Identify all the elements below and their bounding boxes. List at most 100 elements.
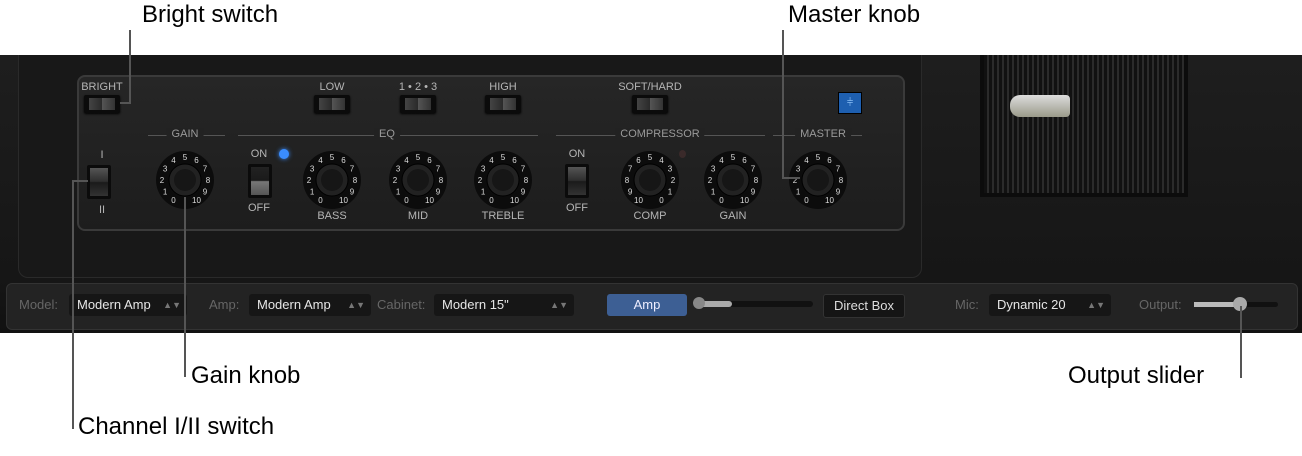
knob-scale-number: 5 [501,153,506,162]
knob-scale-number: 4 [171,156,176,165]
knob-scale-number: 10 [634,196,643,205]
high-switch-label: HIGH [489,81,517,93]
knob-scale-number: 9 [203,188,208,197]
comp-on-off-switch[interactable] [565,164,589,198]
knob-scale-number: 10 [825,196,834,205]
knob-scale-number: 2 [708,176,713,185]
knob-scale-number: 3 [481,165,486,174]
bass-knob[interactable]: 01 2 34 5 67 8 910 [302,150,362,210]
updown-icon: ▲▼ [550,300,568,310]
knob-scale-number: 1 [310,188,315,197]
speaker-cabinet [980,55,1188,197]
model-popup[interactable]: Modern Amp ▲▼ [69,294,187,316]
knob-scale-number: 7 [350,165,355,174]
soft_hard-switch-label: SOFT/HARD [618,81,682,93]
master-knob[interactable]: 01234 5 678910 [788,150,848,210]
blend-handle[interactable] [693,297,705,309]
knob-scale-number: 8 [439,176,444,185]
amp-popup[interactable]: Modern Amp ▲▼ [249,294,371,316]
treble-knob[interactable]: 01 2 34 5 67 8 910 [473,150,533,210]
knob-scale-number: 1 [163,188,168,197]
callout-gain-knob: Gain knob [191,362,301,389]
knob-scale-number: 5 [648,153,653,162]
treble-knob-label: TREBLE [481,210,525,222]
knob-scale-number: 6 [427,156,432,165]
channel-switch[interactable] [87,165,111,199]
knob-scale-number: 9 [628,188,633,197]
knob-scale-number: 8 [524,176,529,185]
callout-channel-switch: Channel I/II switch [78,413,275,440]
blend-slider[interactable] [693,297,813,309]
comp-gain-knob-label: GAIN [719,210,747,222]
mid_select-switch-label: 1 • 2 • 3 [398,81,438,93]
knob-scale-number: 2 [478,176,483,185]
knob-scale-number: 5 [183,153,188,162]
knob-scale-number: 6 [827,156,832,165]
knob-scale-number: 4 [719,156,724,165]
updown-icon: ▲▼ [347,300,365,310]
bright-switch[interactable] [84,95,120,113]
channel-ii-label: II [98,204,106,216]
mid-knob[interactable]: 01 2 34 5 67 8 910 [388,150,448,210]
section-eq: EQ [374,128,400,140]
eq-on-off-switch[interactable] [248,164,272,198]
knob-scale-number: 0 [489,196,494,205]
cabinet-label: Cabinet: [377,297,426,312]
updown-icon: ▲▼ [1087,300,1105,310]
knob-scale-number: 5 [330,153,335,162]
cabinet-popup[interactable]: Modern 15" ▲▼ [434,294,574,316]
knob-scale-number: 0 [659,196,664,205]
channel-i-label: I [100,149,104,161]
knob-scale-number: 3 [668,165,673,174]
knob-scale-number: 0 [719,196,724,205]
direct-box-button[interactable]: Direct Box [823,294,905,318]
knob-scale-number: 9 [751,188,756,197]
knob-scale-number: 0 [804,196,809,205]
knob-scale-number: 10 [510,196,519,205]
eq-settings-icon[interactable]: ⫩ [838,92,862,114]
mic-label: Mic: [955,297,979,312]
knob-scale-number: 3 [396,165,401,174]
high-switch[interactable] [485,95,521,113]
knob-scale-number: 0 [318,196,323,205]
bass-knob-label: BASS [317,210,347,222]
knob-scale-number: 10 [425,196,434,205]
soft_hard-switch[interactable] [632,95,668,113]
knob-scale-number: 8 [754,176,759,185]
knob-scale-number: 8 [839,176,844,185]
microphone [1010,95,1070,117]
knob-scale-number: 9 [521,188,526,197]
comp-gain-knob[interactable]: 01 2 34 5 67 8 910 [703,150,763,210]
knob-scale-number: 3 [796,165,801,174]
knob-scale-number: 1 [711,188,716,197]
knob-scale-number: 1 [796,188,801,197]
knob-scale-number: 10 [740,196,749,205]
knob-scale-number: 6 [194,156,199,165]
eq-on-label: ON [250,148,268,160]
comp-knob[interactable]: 109876 5 43210 [620,150,680,210]
knob-scale-number: 2 [393,176,398,185]
knob-scale-number: 2 [160,176,165,185]
output-slider[interactable] [1194,297,1278,311]
mic-popup[interactable]: Dynamic 20 ▲▼ [989,294,1111,316]
knob-scale-number: 0 [171,196,176,205]
callout-bright-switch: Bright switch [142,1,279,28]
mic-value: Dynamic 20 [997,297,1066,312]
section-compressor: COMPRESSOR [615,128,705,140]
knob-scale-number: 3 [310,165,315,174]
comp-off-label: OFF [566,202,588,214]
amp-button[interactable]: Amp [607,294,687,316]
knob-scale-number: 5 [731,153,736,162]
knob-scale-number: 6 [742,156,747,165]
comp-led [679,150,686,158]
mid_select-switch[interactable] [400,95,436,113]
low-switch[interactable] [314,95,350,113]
knob-scale-number: 7 [836,165,841,174]
knob-scale-number: 2 [307,176,312,185]
callout-master-knob: Master knob [788,1,921,28]
control-bar: Model: Modern Amp ▲▼ Amp: Modern Amp ▲▼ Ca… [6,283,1298,330]
knob-scale-number: 4 [804,156,809,165]
amp-value: Modern Amp [257,297,331,312]
knob-scale-number: 10 [192,196,201,205]
amp-head [18,55,922,278]
